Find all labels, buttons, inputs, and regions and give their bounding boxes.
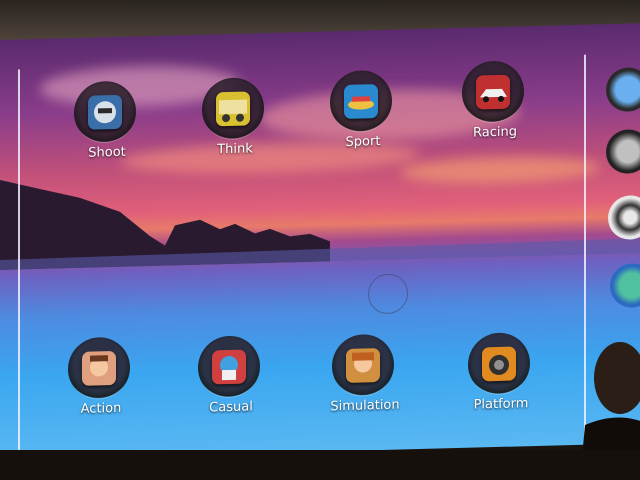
page-indicator [368,273,408,315]
folder-shoot[interactable]: Shoot [52,80,162,193]
racing-boat-icon [344,84,378,119]
folder-label: Platform [473,396,529,413]
folder-label: Shoot [88,144,126,161]
phone-app-icon[interactable] [606,66,640,113]
folder-casual[interactable]: Casual [176,335,286,448]
folder-sport[interactable]: Sport [308,69,418,182]
folder-label: Sport [345,134,381,150]
action-hero-icon [82,350,116,386]
folder-label: Casual [209,399,253,416]
android-home-screen: ᛒ ✹ H Shoot Think [0,23,640,461]
race-car-icon [476,74,510,110]
folder-simulation[interactable]: Simulation [310,333,420,446]
casual-game-icon [212,349,246,385]
room-floor [0,450,640,480]
folder-think[interactable]: Think [180,76,290,189]
photo-of-projected-tablet-screen: ᛒ ✹ H Shoot Think [0,0,640,480]
folder-action[interactable]: Action [46,336,156,449]
folder-label: Simulation [330,397,400,415]
folder-platform[interactable]: Platform [446,331,556,444]
world-of-goo-icon [216,91,250,127]
folder-label: Think [217,141,253,158]
folder-racing[interactable]: Racing [440,60,550,173]
simulation-game-icon [346,348,380,383]
browser-globe-icon[interactable] [610,262,640,309]
left-divider [18,69,20,460]
platform-game-icon [482,346,516,382]
folder-label: Action [80,400,122,417]
folder-label: Racing [473,124,517,141]
shooter-game-icon [88,94,122,130]
